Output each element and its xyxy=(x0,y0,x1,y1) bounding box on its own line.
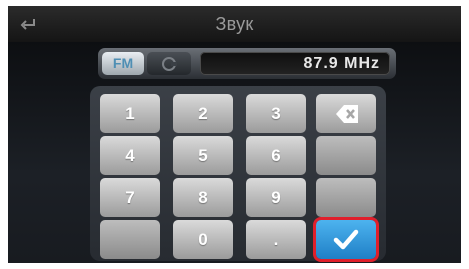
numeric-keypad: 1 2 3 4 5 6 7 8 9 0 . xyxy=(90,86,386,261)
backspace-button[interactable] xyxy=(316,94,376,133)
confirm-button[interactable] xyxy=(316,220,376,259)
key-4[interactable]: 4 xyxy=(100,136,160,175)
key-0[interactable]: 0 xyxy=(173,220,233,259)
am-band-icon xyxy=(162,57,177,71)
title-bar: Звук xyxy=(8,6,461,42)
fm-band-button[interactable]: FM xyxy=(102,52,144,75)
am-band-button[interactable] xyxy=(147,52,191,75)
key-3[interactable]: 3 xyxy=(246,94,306,133)
radio-panel: FM 87.9 MHz 1 2 3 4 5 6 7 8 9 0 . xyxy=(8,42,461,263)
blank-key xyxy=(316,136,376,175)
tuner-bar: FM 87.9 MHz xyxy=(98,48,396,79)
app-screen: Звук FM 87.9 MHz 1 2 3 4 5 6 7 8 9 0 . xyxy=(0,0,469,269)
key-6[interactable]: 6 xyxy=(246,136,306,175)
page-title: Звук xyxy=(215,14,254,34)
key-1[interactable]: 1 xyxy=(100,94,160,133)
blank-key xyxy=(100,220,160,259)
key-5[interactable]: 5 xyxy=(173,136,233,175)
key-9[interactable]: 9 xyxy=(246,178,306,217)
key-7[interactable]: 7 xyxy=(100,178,160,217)
key-decimal[interactable]: . xyxy=(246,220,306,259)
frequency-display: 87.9 MHz xyxy=(200,52,390,75)
key-2[interactable]: 2 xyxy=(173,94,233,133)
backspace-icon xyxy=(336,105,358,123)
blank-key xyxy=(316,178,376,217)
key-8[interactable]: 8 xyxy=(173,178,233,217)
checkmark-icon xyxy=(333,229,359,250)
